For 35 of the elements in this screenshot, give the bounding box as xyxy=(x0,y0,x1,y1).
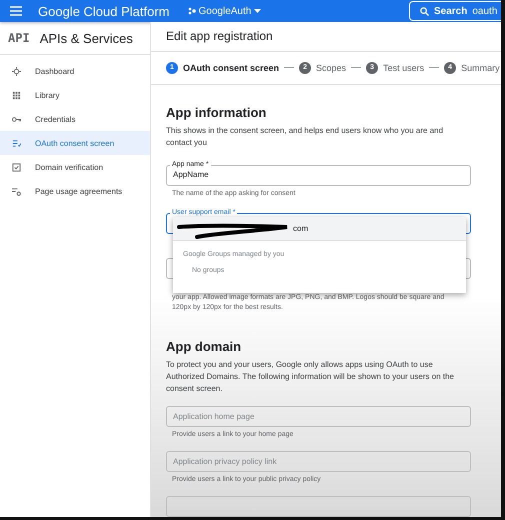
dashboard-icon xyxy=(12,66,21,76)
search-field[interactable]: Search oauth xyxy=(409,1,501,21)
step-label[interactable]: Test users xyxy=(383,62,424,73)
section-heading: App domain xyxy=(166,339,242,354)
sidebar-item[interactable]: OAuth consent screen xyxy=(0,131,150,155)
sidebar-item[interactable]: Page usage agreements xyxy=(0,179,150,203)
section-title: APIs & Services xyxy=(40,30,133,46)
step-label[interactable]: Scopes xyxy=(316,62,346,73)
checkbox-icon xyxy=(12,162,21,172)
list-icon xyxy=(12,138,21,148)
grid-icon xyxy=(12,90,21,100)
search-icon xyxy=(420,6,429,16)
url-field[interactable]: Application home page xyxy=(166,406,471,427)
project-selector[interactable]: GoogleAuth xyxy=(188,6,262,16)
search-label: Search xyxy=(434,6,468,16)
url-field[interactable]: Application privacy policy link xyxy=(166,451,471,472)
list-gear-icon xyxy=(12,186,21,196)
sidebar-item[interactable]: Library xyxy=(0,83,150,107)
sidebar-item[interactable]: Domain verification xyxy=(0,155,150,179)
email-option[interactable]: com xyxy=(173,217,466,241)
url-field[interactable] xyxy=(166,496,471,517)
section-heading: App information xyxy=(166,105,268,120)
step-label[interactable]: Summary xyxy=(461,62,500,73)
sidebar-item[interactable]: Dashboard xyxy=(0,59,150,83)
api-logo: API xyxy=(8,31,30,45)
key-icon xyxy=(12,114,21,124)
search-query: oauth xyxy=(472,6,498,16)
caret-icon xyxy=(254,9,262,13)
section-description: To protect you and your users, Google only allows apps using OAuth to use Authorized Domains. The following information will be shown to your users on the consent screen. xyxy=(166,359,455,395)
section-description: This shows in the consent screen, and helps end users know who you are and contact you xyxy=(166,125,444,149)
sidebar-item[interactable]: Credentials xyxy=(0,107,150,131)
app-title: Google Cloud Platform xyxy=(38,4,170,18)
step-label[interactable]: OAuth consent screen xyxy=(183,62,280,73)
project-icon xyxy=(188,7,196,15)
menu-icon[interactable] xyxy=(10,6,22,16)
